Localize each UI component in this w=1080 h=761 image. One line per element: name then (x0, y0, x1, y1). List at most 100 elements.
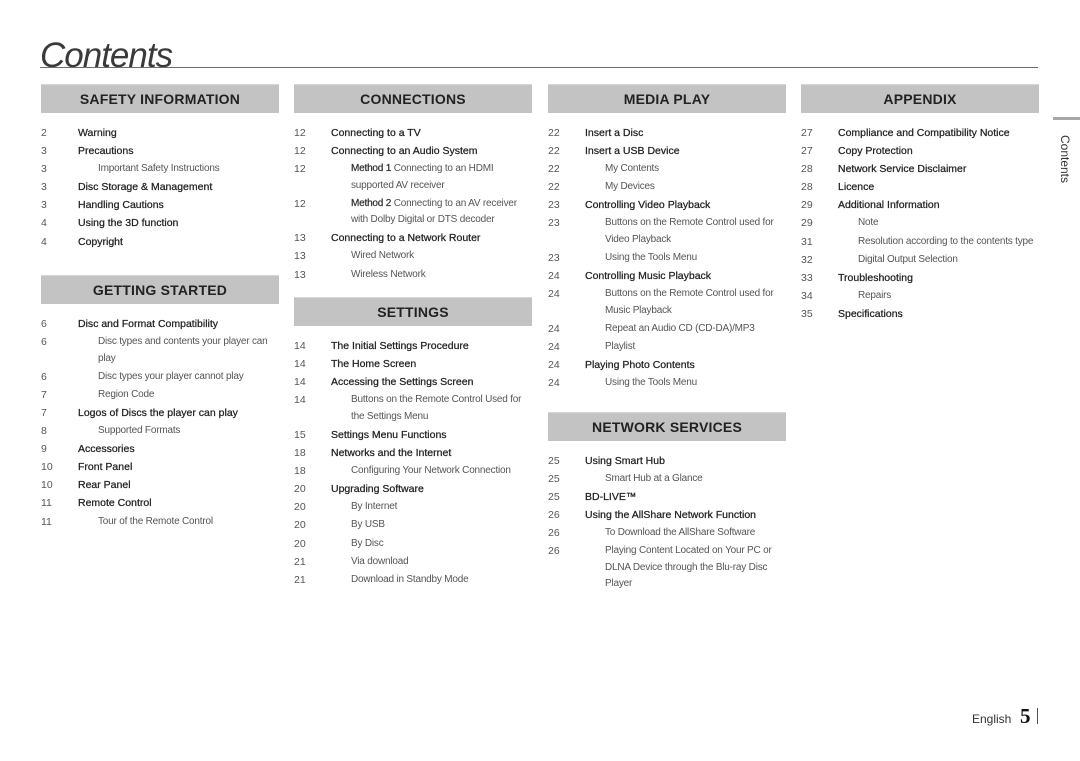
page-number: 4 (41, 235, 47, 248)
toc-entry[interactable]: 3 Handling Cautions (41, 197, 279, 214)
toc-entry[interactable]: 33 Troubleshooting (801, 270, 1039, 287)
page-number: 26 (548, 545, 560, 558)
toc-column-1: SAFETY INFORMATION 2 Warning 3 Precautions 3 I… (41, 84, 279, 532)
entry-text: Playing Photo Contents (585, 359, 695, 372)
toc-entry[interactable]: 27 Compliance and Compatibility Notice (801, 125, 1039, 142)
toc-entry[interactable]: 15 Settings Menu Functions (294, 427, 532, 444)
toc-entry[interactable]: 14 The Home Screen (294, 356, 532, 373)
toc-subentry[interactable]: 11 Tour of the Remote Control (41, 514, 279, 531)
toc-entry[interactable]: 14 The Initial Settings Procedure (294, 338, 532, 355)
entry-title: Download in Standby Mode (331, 572, 532, 589)
footer-divider (1037, 708, 1038, 724)
toc-subentry[interactable]: 29 Note (801, 215, 1039, 232)
page-number: 24 (548, 359, 560, 372)
toc-subentry[interactable]: 20 By Internet (294, 499, 532, 516)
toc-subentry[interactable]: 24 Playlist (548, 339, 786, 356)
toc-entry[interactable]: 26 Using the AllShare Network Function (548, 507, 786, 524)
page-number: 31 (801, 235, 813, 248)
title-divider (40, 67, 1038, 68)
toc-entry[interactable]: 35 Specifications (801, 306, 1039, 323)
toc-subentry[interactable]: 34 Repairs (801, 288, 1039, 305)
toc-subentry[interactable]: 31 Resolution according to the contents t… (801, 234, 1039, 251)
page-number: 27 (801, 127, 813, 139)
entry-title: Handling Cautions (78, 197, 279, 214)
toc-entry[interactable]: 23 Controlling Video Playback (548, 197, 786, 214)
entry-title: Disc and Format Compatibility (78, 316, 279, 333)
page-number: 13 (294, 250, 306, 263)
page-number: 10 (41, 479, 53, 492)
toc-entry[interactable]: 28 Network Service Disclaimer (801, 161, 1039, 178)
toc-entry[interactable]: 24 Playing Photo Contents (548, 357, 786, 374)
toc-entry[interactable]: 28 Licence (801, 179, 1039, 196)
toc-subentry[interactable]: 24 Buttons on the Remote Control used for… (548, 286, 786, 319)
entry-text: By Internet (351, 501, 398, 513)
entry-title: Configuring Your Network Connection (331, 463, 532, 480)
toc-subentry[interactable]: 13 Wired Network (294, 248, 532, 265)
toc-subentry[interactable]: 12 Method 2 Connecting to an AV receiver … (294, 196, 532, 229)
entry-title: My Contents (585, 161, 786, 178)
entry-text: My Contents (605, 163, 659, 175)
page-number: 33 (801, 271, 813, 284)
toc-subentry[interactable]: 23 Using the Tools Menu (548, 250, 786, 267)
toc-subentry[interactable]: 32 Digital Output Selection (801, 252, 1039, 269)
toc-entry[interactable]: 10 Rear Panel (41, 477, 279, 494)
toc-subentry[interactable]: 13 Wireless Network (294, 267, 532, 284)
toc-subentry[interactable]: 12 Method 1 Connecting to an HDMI support… (294, 161, 532, 194)
toc-entry[interactable]: 10 Front Panel (41, 459, 279, 476)
toc-entry[interactable]: 4 Copyright (41, 234, 279, 251)
toc-entry[interactable]: 18 Networks and the Internet (294, 445, 532, 462)
entry-title: Playlist (585, 339, 786, 356)
page-number: 9 (41, 443, 47, 456)
toc-subentry[interactable]: 18 Configuring Your Network Connection (294, 463, 532, 480)
entry-text: Wireless Network (351, 268, 426, 280)
toc-entry[interactable]: 11 Remote Control (41, 495, 279, 512)
toc-entry[interactable]: 2 Warning (41, 125, 279, 142)
toc-entry[interactable]: 12 Connecting to an Audio System (294, 143, 532, 160)
page-number: 13 (294, 232, 306, 245)
toc-subentry[interactable]: 22 My Contents (548, 161, 786, 178)
toc-entry[interactable]: 3 Precautions (41, 143, 279, 160)
page-number: 14 (294, 394, 306, 407)
toc-entry[interactable]: 6 Disc and Format Compatibility (41, 316, 279, 333)
toc-entry[interactable]: 14 Accessing the Settings Screen (294, 374, 532, 391)
toc-subentry[interactable]: 26 Playing Content Located on Your PC or … (548, 543, 786, 593)
toc-subentry[interactable]: 6 Disc types your player cannot play (41, 369, 279, 386)
toc-entry[interactable]: 9 Accessories (41, 441, 279, 458)
toc-subentry[interactable]: 26 To Download the AllShare Software (548, 525, 786, 542)
toc-subentry[interactable]: 24 Using the Tools Menu (548, 375, 786, 392)
page-number: 22 (548, 145, 560, 158)
toc-entry[interactable]: 22 Insert a Disc (548, 125, 786, 142)
toc-entry[interactable]: 4 Using the 3D function (41, 215, 279, 232)
toc-subentry[interactable]: 20 By Disc (294, 536, 532, 553)
page-number: 12 (294, 197, 306, 210)
toc-subentry[interactable]: 3 Important Safety Instructions (41, 161, 279, 178)
toc-subentry[interactable]: 8 Supported Formats (41, 423, 279, 440)
entry-text: Via download (351, 555, 409, 567)
toc-entry[interactable]: 12 Connecting to a TV (294, 125, 532, 142)
entry-title: BD-LIVE™ (585, 489, 786, 506)
toc-subentry[interactable]: 6 Disc types and contents your player can… (41, 334, 279, 367)
toc-subentry[interactable]: 21 Via download (294, 554, 532, 571)
toc-subentry[interactable]: 23 Buttons on the Remote Control used for… (548, 215, 786, 248)
toc-entry[interactable]: 25 BD-LIVE™ (548, 489, 786, 506)
toc-subentry[interactable]: 22 My Devices (548, 179, 786, 196)
toc-subentry[interactable]: 7 Region Code (41, 387, 279, 404)
entry-title: Using the Tools Menu (585, 375, 786, 392)
toc-entry[interactable]: 22 Insert a USB Device (548, 143, 786, 160)
toc-entry[interactable]: 13 Connecting to a Network Router (294, 230, 532, 247)
toc-subentry[interactable]: 21 Download in Standby Mode (294, 572, 532, 589)
entry-title: Additional Information (838, 197, 1039, 214)
toc-subentry[interactable]: 20 By USB (294, 517, 532, 534)
toc-subentry[interactable]: 25 Smart Hub at a Glance (548, 471, 786, 488)
toc-entry[interactable]: 7 Logos of Discs the player can play (41, 405, 279, 422)
toc-subentry[interactable]: 24 Repeat an Audio CD (CD-DA)/MP3 (548, 321, 786, 338)
entry-text: Accessories (78, 443, 135, 456)
toc-entry[interactable]: 3 Disc Storage & Management (41, 179, 279, 196)
toc-entry[interactable]: 24 Controlling Music Playback (548, 268, 786, 285)
toc-entry[interactable]: 25 Using Smart Hub (548, 453, 786, 470)
entry-title: To Download the AllShare Software (585, 525, 786, 542)
toc-subentry[interactable]: 14 Buttons on the Remote Control Used for… (294, 392, 532, 425)
toc-entry[interactable]: 27 Copy Protection (801, 143, 1039, 160)
toc-entry[interactable]: 29 Additional Information (801, 197, 1039, 214)
toc-entry[interactable]: 20 Upgrading Software (294, 481, 532, 498)
